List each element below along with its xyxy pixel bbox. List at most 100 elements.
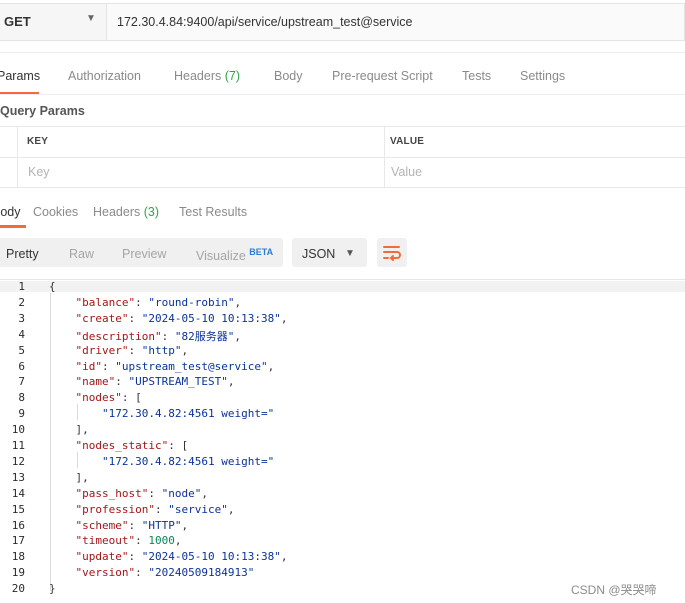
code-token: :	[115, 375, 129, 389]
code-token: "version"	[75, 566, 136, 580]
code-token: ,	[234, 295, 242, 309]
tab-params[interactable]: Params	[0, 69, 40, 83]
format-label: JSON	[302, 247, 336, 261]
code-token: "description"	[75, 329, 162, 343]
tab-response-headers[interactable]: Headers (3)	[93, 205, 159, 219]
code-line: "scheme": "HTTP",	[76, 519, 189, 532]
line-number: 6	[18, 359, 25, 373]
line-number: 4	[18, 327, 25, 341]
code-token: :	[102, 359, 116, 373]
code-line: "description": "82服务器",	[76, 328, 241, 344]
code-token: "node"	[161, 486, 202, 500]
line-number: 5	[18, 343, 25, 357]
code-token: "update"	[75, 550, 129, 564]
code-line: "balance": "round-robin",	[76, 296, 242, 309]
beta-badge: BETA	[249, 247, 274, 257]
line-number: 2	[18, 295, 25, 309]
wrap-lines-button[interactable]	[377, 238, 407, 267]
code-token: "driver"	[75, 343, 129, 357]
code-token: : [	[168, 439, 189, 452]
code-token: :	[135, 534, 149, 548]
tab-body[interactable]: Body	[274, 69, 303, 83]
chevron-down-icon[interactable]: ▼	[345, 248, 355, 259]
code-token: :	[154, 502, 169, 516]
code-line: "nodes_static": [	[76, 439, 189, 452]
query-params-title: Query Params	[0, 104, 85, 118]
code-token: "profession"	[75, 502, 155, 516]
code-token: "UPSTREAM_TEST"	[128, 375, 228, 389]
code-line: "pass_host": "node",	[76, 487, 208, 500]
code-token: ,	[227, 502, 235, 516]
preview-button[interactable]: Preview	[122, 247, 166, 261]
url-text: 172.30.4.84:9400/api/service/upstream_te…	[117, 15, 413, 29]
table-border	[384, 126, 385, 187]
watermark: CSDN @哭哭啼	[571, 583, 657, 597]
line-number: 7	[18, 375, 25, 389]
code-token: "create"	[75, 311, 129, 325]
code-token: "scheme"	[75, 518, 129, 532]
code-token: ,	[181, 343, 189, 357]
line-number: 17	[11, 534, 25, 548]
code-token: "172.30.4.82:4561 weight="	[102, 454, 275, 468]
visualize-button[interactable]: Visualize BETA	[196, 247, 273, 263]
code-token: "pass_host"	[75, 486, 149, 500]
code-token: ,	[280, 311, 288, 325]
code-token: "balance"	[75, 295, 136, 309]
code-token: ,	[267, 359, 275, 373]
line-number: 12	[11, 454, 25, 468]
code-line: {	[49, 280, 56, 293]
code-token: "id"	[75, 359, 103, 373]
response-headers-count: (3)	[143, 205, 160, 219]
tab-authorization[interactable]: Authorization	[68, 69, 141, 83]
editor-header-bar	[0, 281, 685, 292]
code-token: "upstream_test@service"	[115, 359, 268, 373]
code-token: ,	[174, 534, 182, 548]
code-token: :	[135, 566, 149, 580]
code-token: "round-robin"	[148, 295, 235, 309]
code-token: "172.30.4.82:4561 weight="	[102, 407, 275, 421]
value-input[interactable]: Value	[391, 165, 422, 179]
code-token: "timeout"	[75, 534, 136, 548]
headers-count: (7)	[224, 69, 241, 83]
indent-guide	[77, 404, 78, 420]
code-line: "version": "20240509184913"	[76, 566, 255, 579]
tab-tests[interactable]: Tests	[462, 69, 491, 83]
code-token: "2024-05-10 10:13:38"	[141, 311, 281, 325]
code-token: ],	[75, 470, 89, 484]
tab-pre-request-script[interactable]: Pre-request Script	[332, 69, 433, 83]
line-number: 11	[11, 439, 25, 452]
table-border	[17, 126, 18, 187]
code-line: }	[49, 582, 56, 595]
code-line: "nodes": [	[76, 391, 142, 404]
chevron-down-icon[interactable]: ▼	[86, 13, 96, 24]
pretty-button[interactable]: Pretty	[6, 247, 39, 261]
code-token: :	[128, 311, 142, 325]
code-token: "name"	[75, 375, 116, 389]
value-column-header: VALUE	[390, 136, 425, 147]
code-line: "create": "2024-05-10 10:13:38",	[76, 312, 288, 325]
tab-settings[interactable]: Settings	[520, 69, 565, 83]
active-tab-indicator	[0, 225, 26, 228]
indent-guide	[50, 293, 51, 591]
code-token: :	[161, 329, 175, 343]
tab-response-body[interactable]: Body	[0, 205, 21, 219]
code-line: "172.30.4.82:4561 weight="	[102, 455, 274, 468]
tab-test-results[interactable]: Test Results	[179, 205, 247, 219]
line-number: 19	[11, 566, 25, 580]
raw-button[interactable]: Raw	[69, 247, 94, 261]
key-input[interactable]: Key	[28, 165, 50, 179]
code-token: ,	[280, 550, 288, 564]
line-number: 14	[11, 486, 25, 500]
code-line: "id": "upstream_test@service",	[76, 360, 275, 373]
tab-cookies[interactable]: Cookies	[33, 205, 78, 219]
code-token: "20240509184913"	[148, 566, 255, 580]
code-token: "HTTP"	[141, 518, 182, 532]
code-line: "update": "2024-05-10 10:13:38",	[76, 550, 288, 563]
table-border	[0, 126, 685, 127]
tab-headers[interactable]: Headers (7)	[174, 69, 240, 83]
code-token: "http"	[141, 343, 182, 357]
divider	[0, 52, 685, 53]
code-token: "nodes"	[75, 391, 122, 405]
line-number: 3	[18, 311, 25, 325]
code-token: }	[49, 582, 56, 596]
